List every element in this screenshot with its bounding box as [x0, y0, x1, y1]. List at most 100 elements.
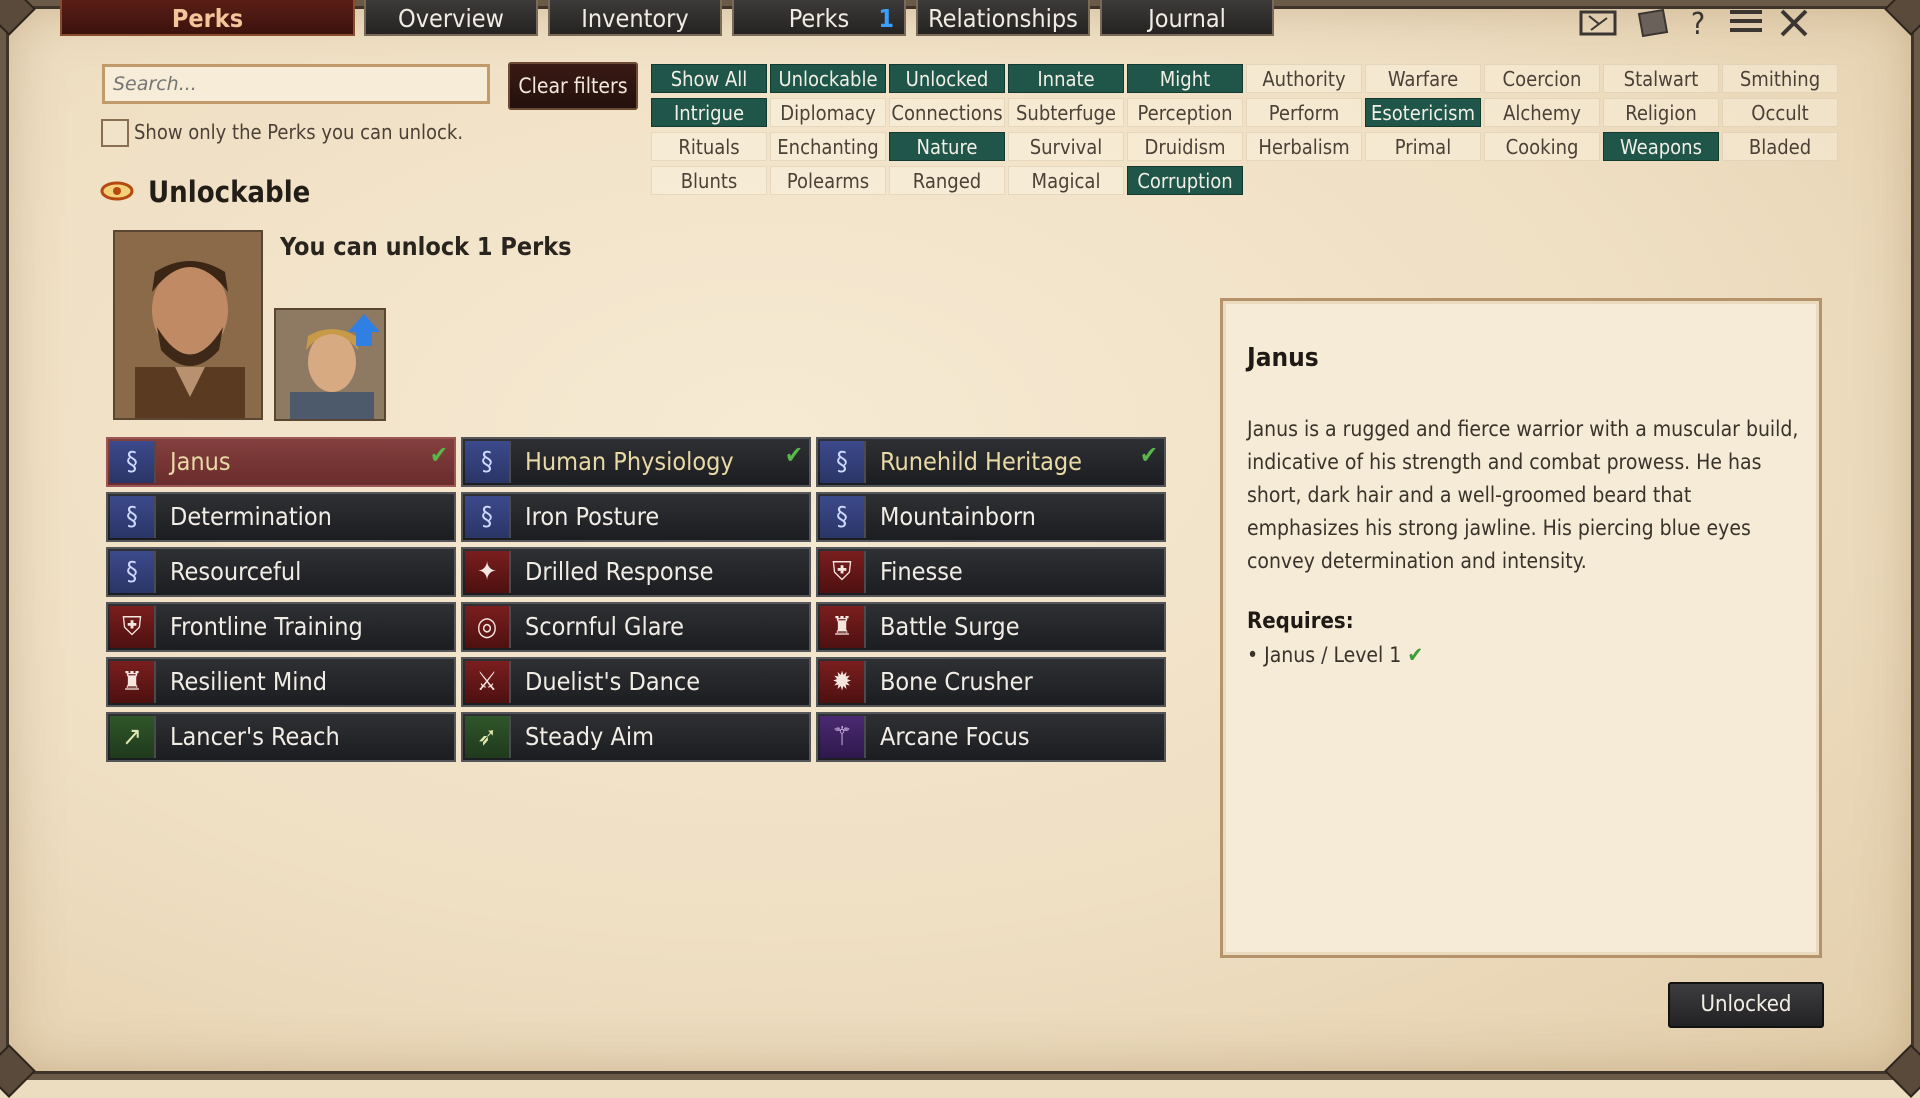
- filter-intrigue[interactable]: Intrigue: [651, 98, 767, 127]
- companion-portrait[interactable]: [274, 308, 386, 421]
- filter-perception[interactable]: Perception: [1127, 98, 1243, 127]
- detail-description: Janus is a rugged and fierce warrior wit…: [1247, 417, 1799, 573]
- mace-icon: ✹: [820, 661, 866, 703]
- check-icon: ✔: [784, 441, 803, 469]
- tab-overview[interactable]: Overview: [364, 0, 538, 36]
- filter-ranged[interactable]: Ranged: [889, 166, 1005, 195]
- perk-label: Runehild Heritage: [880, 447, 1083, 476]
- filter-esotericism[interactable]: Esotericism: [1365, 98, 1481, 127]
- menu-icon[interactable]: [1726, 8, 1766, 42]
- tab-label: Inventory: [581, 4, 689, 33]
- filter-might[interactable]: Might: [1127, 64, 1243, 93]
- character-portrait[interactable]: [113, 230, 263, 420]
- filter-occult[interactable]: Occult: [1722, 98, 1838, 127]
- filter-enchanting[interactable]: Enchanting: [770, 132, 886, 161]
- filter-unlockable[interactable]: Unlockable: [770, 64, 886, 93]
- dragon-icon: ◎: [465, 606, 511, 648]
- search-input[interactable]: [102, 64, 490, 104]
- tab-label: Overview: [398, 4, 504, 33]
- perk-janus[interactable]: § Janus ✔: [106, 437, 456, 487]
- perk-resourceful[interactable]: § Resourceful: [106, 547, 456, 597]
- perk-frontline-training[interactable]: ⛨ Frontline Training: [106, 602, 456, 652]
- tab-inventory[interactable]: Inventory: [548, 0, 722, 36]
- filter-cooking[interactable]: Cooking: [1484, 132, 1600, 161]
- filter-coercion[interactable]: Coercion: [1484, 64, 1600, 93]
- perk-mountainborn[interactable]: § Mountainborn: [816, 492, 1166, 542]
- dna-icon: §: [820, 441, 866, 483]
- filter-nature[interactable]: Nature: [889, 132, 1005, 161]
- filter-primal[interactable]: Primal: [1365, 132, 1481, 161]
- tab-perks[interactable]: Perks 1: [732, 0, 906, 36]
- perk-steady-aim[interactable]: ➶ Steady Aim: [461, 712, 811, 762]
- filter-smithing[interactable]: Smithing: [1722, 64, 1838, 93]
- perk-bone-crusher[interactable]: ✹ Bone Crusher: [816, 657, 1166, 707]
- tab-perks-header[interactable]: Perks: [60, 0, 355, 36]
- filter-stalwart[interactable]: Stalwart: [1603, 64, 1719, 93]
- sword-icon: ⚔: [465, 661, 511, 703]
- filter-show-all[interactable]: Show All: [651, 64, 767, 93]
- filter-unlocked[interactable]: Unlocked: [889, 64, 1005, 93]
- check-icon: ✔: [1407, 643, 1424, 667]
- bow-icon: ➶: [465, 716, 511, 758]
- tab-label: Journal: [1148, 4, 1226, 33]
- filter-subterfuge[interactable]: Subterfuge: [1008, 98, 1124, 127]
- perk-arcane-focus[interactable]: ⚚ Arcane Focus: [816, 712, 1166, 762]
- map-icon[interactable]: [1578, 8, 1618, 42]
- filter-connections[interactable]: Connections: [889, 98, 1005, 127]
- perk-human-physiology[interactable]: § Human Physiology ✔: [461, 437, 811, 487]
- eagle-icon: ✦: [465, 551, 511, 593]
- perk-label: Resilient Mind: [170, 667, 328, 696]
- perk-label: Determination: [170, 502, 332, 531]
- tab-label: Perks: [171, 4, 244, 33]
- dna-icon: §: [465, 496, 511, 538]
- tab-journal[interactable]: Journal: [1100, 0, 1274, 36]
- level-up-arrow-icon: [348, 314, 380, 332]
- requirement-item: • Janus / Level 1 ✔: [1247, 643, 1423, 667]
- filter-druidism[interactable]: Druidism: [1127, 132, 1243, 161]
- perk-label: Human Physiology: [525, 447, 734, 476]
- perk-label: Janus: [170, 447, 231, 476]
- perk-finesse[interactable]: ⛨ Finesse: [816, 547, 1166, 597]
- filter-alchemy[interactable]: Alchemy: [1484, 98, 1600, 127]
- perk-label: Scornful Glare: [525, 612, 685, 641]
- filter-blunts[interactable]: Blunts: [651, 166, 767, 195]
- eye-icon: [100, 180, 134, 202]
- filter-bladed[interactable]: Bladed: [1722, 132, 1838, 161]
- scroll-icon[interactable]: [1632, 8, 1672, 42]
- filter-magical[interactable]: Magical: [1008, 166, 1124, 195]
- unlocked-status-button[interactable]: Unlocked: [1668, 982, 1824, 1028]
- check-icon: ✔: [429, 441, 448, 469]
- perk-label: Drilled Response: [525, 557, 714, 586]
- perk-scornful-glare[interactable]: ◎ Scornful Glare: [461, 602, 811, 652]
- close-icon[interactable]: [1774, 8, 1814, 42]
- perk-label: Lancer's Reach: [170, 722, 340, 751]
- filter-religion[interactable]: Religion: [1603, 98, 1719, 127]
- filter-herbalism[interactable]: Herbalism: [1246, 132, 1362, 161]
- perk-resilient-mind[interactable]: ♜ Resilient Mind: [106, 657, 456, 707]
- filter-authority[interactable]: Authority: [1246, 64, 1362, 93]
- perk-lancer-s-reach[interactable]: ↗ Lancer's Reach: [106, 712, 456, 762]
- filter-weapons[interactable]: Weapons: [1603, 132, 1719, 161]
- filter-perform[interactable]: Perform: [1246, 98, 1362, 127]
- tab-relationships[interactable]: Relationships: [916, 0, 1090, 36]
- filter-survival[interactable]: Survival: [1008, 132, 1124, 161]
- filter-diplomacy[interactable]: Diplomacy: [770, 98, 886, 127]
- perk-battle-surge[interactable]: ♜ Battle Surge: [816, 602, 1166, 652]
- clear-filters-button[interactable]: Clear filters: [508, 62, 638, 110]
- help-icon[interactable]: ?: [1678, 8, 1718, 42]
- filter-warfare[interactable]: Warfare: [1365, 64, 1481, 93]
- perk-iron-posture[interactable]: § Iron Posture: [461, 492, 811, 542]
- perk-runehild-heritage[interactable]: § Runehild Heritage ✔: [816, 437, 1166, 487]
- perk-label: Iron Posture: [525, 502, 660, 531]
- filter-polearms[interactable]: Polearms: [770, 166, 886, 195]
- only-unlockable-checkbox[interactable]: [101, 119, 129, 147]
- dna-icon: §: [465, 441, 511, 483]
- filter-corruption[interactable]: Corruption: [1127, 166, 1243, 195]
- perk-drilled-response[interactable]: ✦ Drilled Response: [461, 547, 811, 597]
- only-unlockable-label: Show only the Perks you can unlock.: [134, 120, 464, 144]
- filter-innate[interactable]: Innate: [1008, 64, 1124, 93]
- perk-duelist-s-dance[interactable]: ⚔ Duelist's Dance: [461, 657, 811, 707]
- perk-determination[interactable]: § Determination: [106, 492, 456, 542]
- filter-rituals[interactable]: Rituals: [651, 132, 767, 161]
- tab-label: Perks: [788, 4, 850, 33]
